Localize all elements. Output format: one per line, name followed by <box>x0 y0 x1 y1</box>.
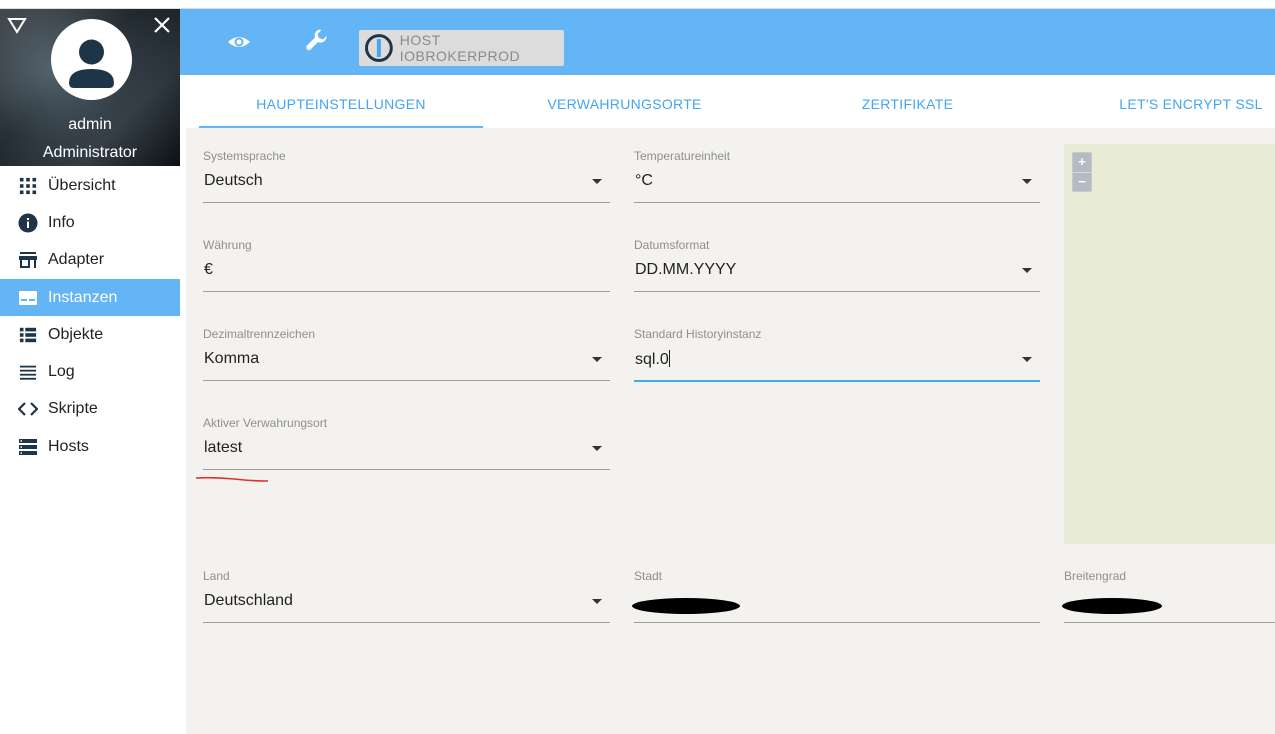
store-icon <box>18 250 38 270</box>
redaction-mark <box>632 598 740 614</box>
historyinstanz-select[interactable]: Standard Historyinstanz sql.0 <box>634 327 1040 387</box>
sidebar: admin Administrator Übersicht Info Adapt… <box>0 9 180 734</box>
field-underline <box>1064 622 1275 623</box>
host-button[interactable]: HOST IOBROKERPROD <box>359 30 564 66</box>
tab-zertifikate[interactable]: ZERTIFIKATE <box>766 79 1049 128</box>
field-underline <box>203 622 610 623</box>
field-value-wrap: sql.0 <box>635 350 670 369</box>
sidebar-item-hosts[interactable]: Hosts <box>0 428 180 465</box>
field-value: € <box>204 261 213 278</box>
field-label: Währung <box>203 238 252 252</box>
sidebar-item-adapter[interactable]: Adapter <box>0 242 180 279</box>
field-value: °C <box>635 172 653 189</box>
sidebar-item-skripte[interactable]: Skripte <box>0 391 180 428</box>
sidebar-item-uebersicht[interactable]: Übersicht <box>0 167 180 204</box>
sidebar-item-log[interactable]: Log <box>0 353 180 390</box>
sidebar-item-label: Log <box>48 363 75 381</box>
tab-letsencrypt[interactable]: LET'S ENCRYPT SSL <box>1049 79 1275 128</box>
host-label: HOST IOBROKERPROD <box>399 32 521 64</box>
field-label: Breitengrad <box>1064 569 1127 583</box>
dropdown-arrow-icon <box>592 179 602 184</box>
field-underline <box>634 622 1040 623</box>
systemsprache-select[interactable]: Systemsprache Deutsch <box>203 149 610 209</box>
field-underline <box>203 469 610 470</box>
redaction-mark <box>1062 598 1162 614</box>
temperatureinheit-select[interactable]: Temperatureinheit °C <box>634 149 1040 209</box>
verwahrungsort-select[interactable]: Aktiver Verwahrungsort latest <box>203 416 610 476</box>
text-cursor <box>668 350 670 367</box>
field-label: Temperatureinheit <box>634 149 731 163</box>
sidebar-item-label: Objekte <box>48 325 104 343</box>
map-zoom-control: + − <box>1072 152 1092 192</box>
storage-icon <box>18 437 38 457</box>
dropdown-arrow-icon <box>592 599 602 604</box>
field-underline-focused <box>634 380 1040 382</box>
field-value: sql.0 <box>635 351 669 368</box>
sidebar-item-label: Adapter <box>48 251 105 269</box>
field-label: Systemsprache <box>203 149 286 163</box>
avatar <box>51 19 132 100</box>
wrench-icon[interactable] <box>304 27 330 53</box>
iobroker-logo-icon <box>364 34 393 62</box>
field-label: Land <box>203 569 230 583</box>
window-top-strip <box>0 0 1275 9</box>
dropdown-arrow-icon <box>1022 268 1032 273</box>
map-area[interactable]: + − <box>1064 144 1275 544</box>
sidebar-nav: Übersicht Info Adapter Instanzen Objekte… <box>0 167 180 465</box>
zoom-in-button[interactable]: + <box>1073 153 1091 172</box>
user-avatar-icon <box>69 39 114 88</box>
main-content: HAUPTEINSTELLUNGEN VERWAHRUNGSORTE ZERTI… <box>186 79 1275 734</box>
dropdown-arrow-icon <box>1022 357 1032 362</box>
sidebar-item-label: Hosts <box>48 437 89 455</box>
field-value: Deutsch <box>204 172 263 189</box>
field-label: Standard Historyinstanz <box>634 327 762 341</box>
app-bar: HOST IOBROKERPROD <box>180 9 1275 75</box>
info-icon <box>18 213 38 233</box>
sidebar-item-info[interactable]: Info <box>0 204 180 241</box>
field-underline <box>203 380 610 381</box>
tab-verwahrungsorte[interactable]: VERWAHRUNGSORTE <box>483 79 766 128</box>
instances-icon <box>18 288 38 308</box>
profile-header: admin Administrator <box>0 9 180 166</box>
tab-bar: HAUPTEINSTELLUNGEN VERWAHRUNGSORTE ZERTI… <box>186 79 1275 128</box>
code-icon <box>18 399 38 419</box>
sidebar-item-instanzen[interactable]: Instanzen <box>0 278 180 317</box>
user-role: Administrator <box>42 144 138 161</box>
dezimaltrennzeichen-select[interactable]: Dezimaltrennzeichen Komma <box>203 327 610 387</box>
field-label: Aktiver Verwahrungsort <box>203 416 328 430</box>
field-underline <box>203 202 610 203</box>
field-label: Datumsformat <box>634 238 710 252</box>
zoom-out-button[interactable]: − <box>1073 172 1091 191</box>
field-label: Stadt <box>634 569 663 583</box>
land-select[interactable]: Land Deutschland <box>203 569 610 629</box>
dropdown-arrow-icon <box>592 446 602 451</box>
field-value: latest <box>204 439 243 456</box>
sidebar-item-label: Instanzen <box>48 288 118 306</box>
menu-triangle-icon[interactable] <box>7 15 27 35</box>
waehrung-input[interactable]: Währung € <box>203 238 610 298</box>
red-underline-annotation <box>195 476 269 482</box>
tab-haupteinstellungen[interactable]: HAUPTEINSTELLUNGEN <box>199 79 483 128</box>
field-value: DD.MM.YYYY <box>635 261 737 278</box>
field-underline <box>203 291 610 292</box>
dropdown-arrow-icon <box>592 357 602 362</box>
dropdown-arrow-icon <box>1022 179 1032 184</box>
eye-icon[interactable] <box>226 29 252 55</box>
list-icon <box>18 325 38 345</box>
field-underline <box>634 202 1040 203</box>
sidebar-item-objekte[interactable]: Objekte <box>0 316 180 353</box>
close-icon[interactable] <box>152 15 172 35</box>
sidebar-item-label: Übersicht <box>48 176 116 194</box>
tab-indicator <box>199 126 483 128</box>
field-label: Dezimaltrennzeichen <box>203 327 316 341</box>
sidebar-item-label: Info <box>48 213 75 231</box>
field-value: Deutschland <box>204 592 293 609</box>
datumsformat-select[interactable]: Datumsformat DD.MM.YYYY <box>634 238 1040 298</box>
sidebar-item-label: Skripte <box>48 400 98 418</box>
lines-icon <box>18 362 38 382</box>
field-underline <box>634 291 1040 292</box>
grid-icon <box>18 176 38 196</box>
user-name: admin <box>68 116 112 133</box>
field-value: Komma <box>204 350 260 367</box>
